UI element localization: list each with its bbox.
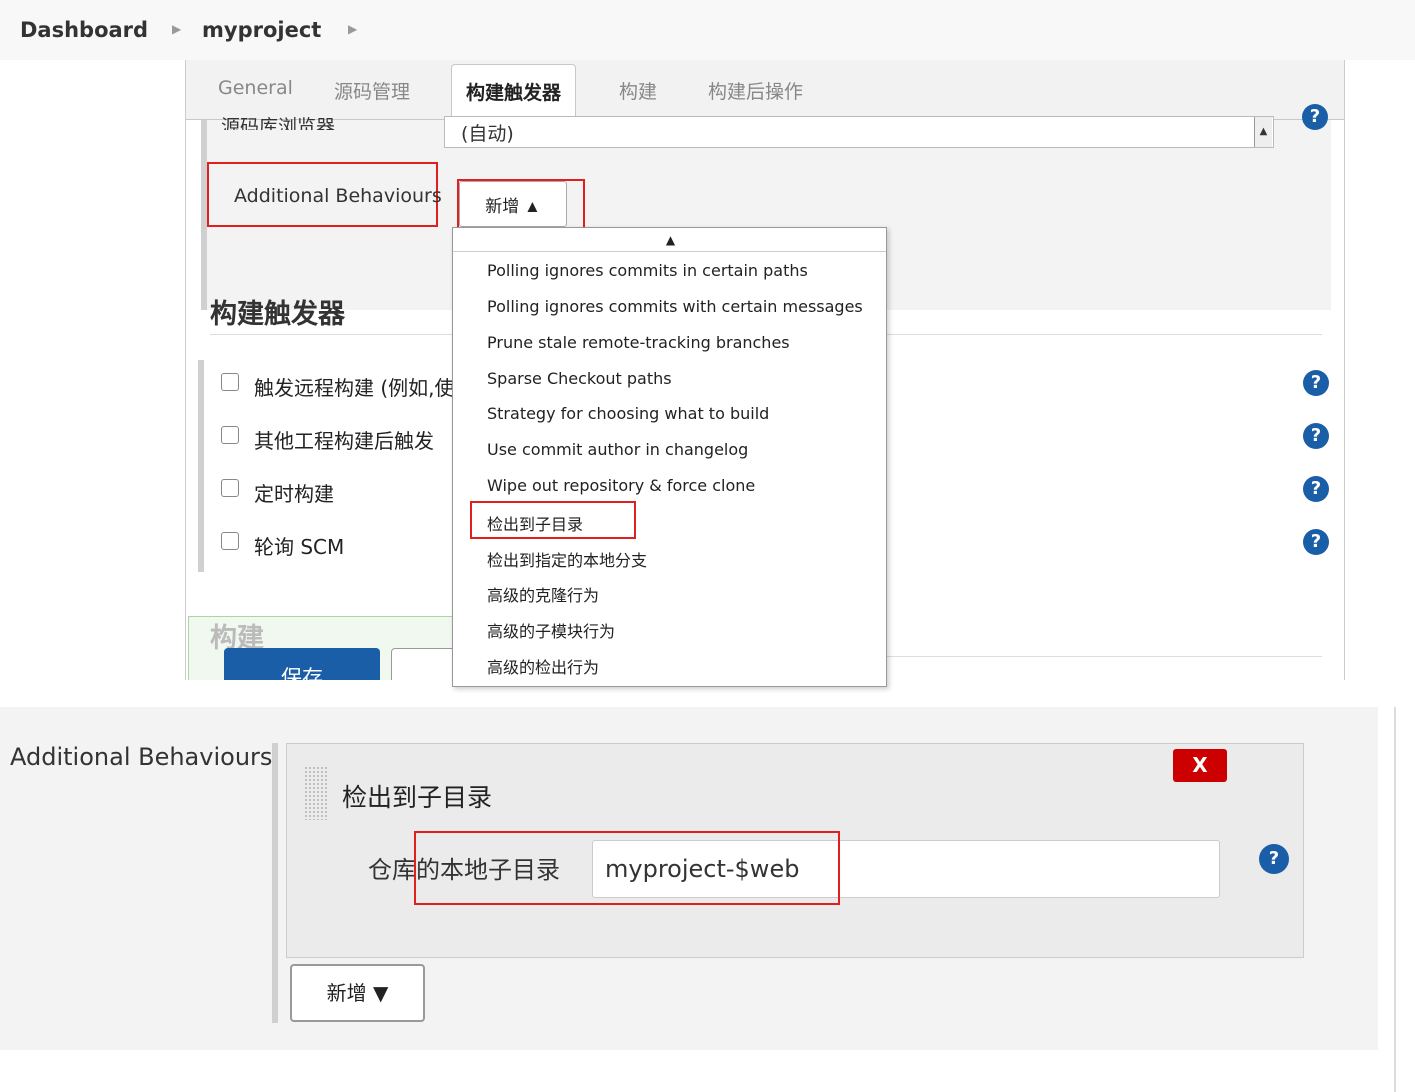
additional-behaviours-label: Additional Behaviours <box>10 743 273 771</box>
tab-build-triggers[interactable]: 构建触发器 <box>451 64 577 121</box>
tab-build[interactable]: 构建 <box>619 77 657 104</box>
remove-behaviour-button[interactable]: X <box>1173 749 1227 782</box>
breadcrumb: Dashboard ▶ myproject ▶ <box>0 0 1415 60</box>
repo-browser-select[interactable]: (自动) <box>444 116 1274 148</box>
menu-item[interactable]: 高级的检出行为 <box>487 654 599 678</box>
panel-border <box>1394 707 1396 1092</box>
menu-item[interactable]: Polling ignores commits with certain mes… <box>487 297 863 316</box>
trigger-remote-label: 触发远程构建 (例如,使 <box>254 376 455 400</box>
trigger-poll-scm-checkbox[interactable] <box>221 532 239 550</box>
help-icon[interactable]: ? <box>1303 423 1329 449</box>
trigger-upstream-label: 其他工程构建后触发 <box>254 429 434 453</box>
tab-post-build[interactable]: 构建后操作 <box>708 77 803 104</box>
behaviour-title: 检出到子目录 <box>342 783 493 812</box>
tab-bar: General 源码管理 构建触发器 构建 构建后操作 <box>186 60 1344 121</box>
scroll-up-icon[interactable]: ▲ <box>453 228 886 252</box>
help-icon[interactable]: ? <box>1303 476 1329 502</box>
breadcrumb-project[interactable]: myproject <box>202 18 321 42</box>
trigger-cron-checkbox[interactable] <box>221 479 239 497</box>
help-icon[interactable]: ? <box>1259 844 1289 874</box>
save-button[interactable]: 保存 <box>224 648 380 680</box>
trigger-upstream-checkbox[interactable] <box>221 426 239 444</box>
menu-item[interactable]: Use commit author in changelog <box>487 440 748 459</box>
menu-item[interactable]: Strategy for choosing what to build <box>487 404 769 423</box>
breadcrumb-dashboard[interactable]: Dashboard <box>20 18 148 42</box>
triggers-rail <box>198 360 204 572</box>
menu-item[interactable]: Wipe out repository & force clone <box>487 476 755 495</box>
trigger-remote-checkbox[interactable] <box>221 373 239 391</box>
behaviours-rail <box>272 743 278 1023</box>
menu-item[interactable]: 高级的子模块行为 <box>487 618 615 642</box>
divider <box>886 656 1322 657</box>
trigger-poll-scm-label: 轮询 SCM <box>254 535 345 559</box>
select-arrow-icon[interactable]: ▲ <box>1254 117 1272 147</box>
chevron-right-icon: ▶ <box>348 22 358 36</box>
add-behaviour-button[interactable]: 新增 ▲ <box>459 181 567 227</box>
screenshot-root: Dashboard ▶ myproject ▶ General 源码管理 构建触… <box>0 0 1415 1092</box>
tab-general[interactable]: General <box>218 77 293 99</box>
additional-behaviours-label: Additional Behaviours <box>234 185 442 207</box>
help-icon[interactable]: ? <box>1302 104 1328 130</box>
menu-item[interactable]: 高级的克隆行为 <box>487 582 599 606</box>
chevron-right-icon: ▶ <box>172 22 182 36</box>
highlight-box <box>414 831 840 905</box>
help-icon[interactable]: ? <box>1303 529 1329 555</box>
menu-item-checkout-subdir[interactable]: 检出到子目录 <box>487 511 583 535</box>
add-behaviour-menu: ▲ Polling ignores commits in certain pat… <box>452 227 887 687</box>
section-heading: 构建触发器 <box>210 299 345 330</box>
menu-item[interactable]: Prune stale remote-tracking branches <box>487 333 790 352</box>
menu-item[interactable]: Sparse Checkout paths <box>487 369 672 388</box>
menu-item[interactable]: Polling ignores commits in certain paths <box>487 261 808 280</box>
add-behaviour-button[interactable]: 新增 ▼ <box>290 964 425 1022</box>
repo-browser-label: 源码库浏览器 <box>221 116 336 130</box>
tab-scm[interactable]: 源码管理 <box>334 77 410 104</box>
menu-item[interactable]: 检出到指定的本地分支 <box>487 547 647 571</box>
help-icon[interactable]: ? <box>1303 370 1329 396</box>
drag-handle-icon[interactable] <box>304 766 328 820</box>
trigger-cron-label: 定时构建 <box>254 482 334 506</box>
